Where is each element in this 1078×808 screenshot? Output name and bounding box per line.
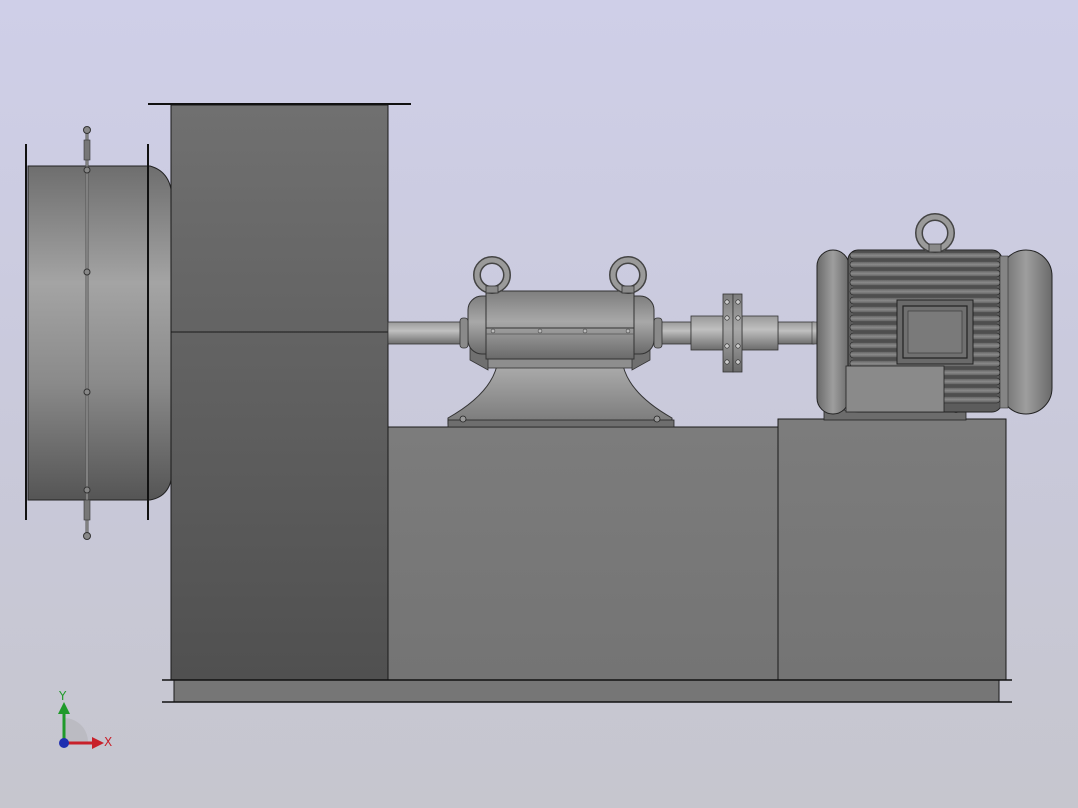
fan-assembly-model[interactable]: Y X bbox=[0, 0, 1078, 808]
cad-graphics-viewport[interactable]: Y X bbox=[0, 0, 1078, 808]
y-axis-label: Y bbox=[58, 689, 67, 703]
lifting-eye-right[interactable] bbox=[609, 256, 647, 294]
shaft-coupling[interactable] bbox=[690, 293, 779, 373]
electric-motor[interactable] bbox=[811, 213, 1053, 421]
lifting-eye-left[interactable] bbox=[473, 256, 511, 294]
motor-lifting-eye[interactable] bbox=[915, 213, 955, 253]
bearing-housing[interactable] bbox=[459, 256, 663, 360]
inlet-duct[interactable] bbox=[25, 126, 173, 540]
x-axis-label: X bbox=[104, 735, 112, 749]
orientation-triad[interactable]: Y X bbox=[58, 689, 112, 749]
fan-housing[interactable] bbox=[148, 103, 411, 681]
